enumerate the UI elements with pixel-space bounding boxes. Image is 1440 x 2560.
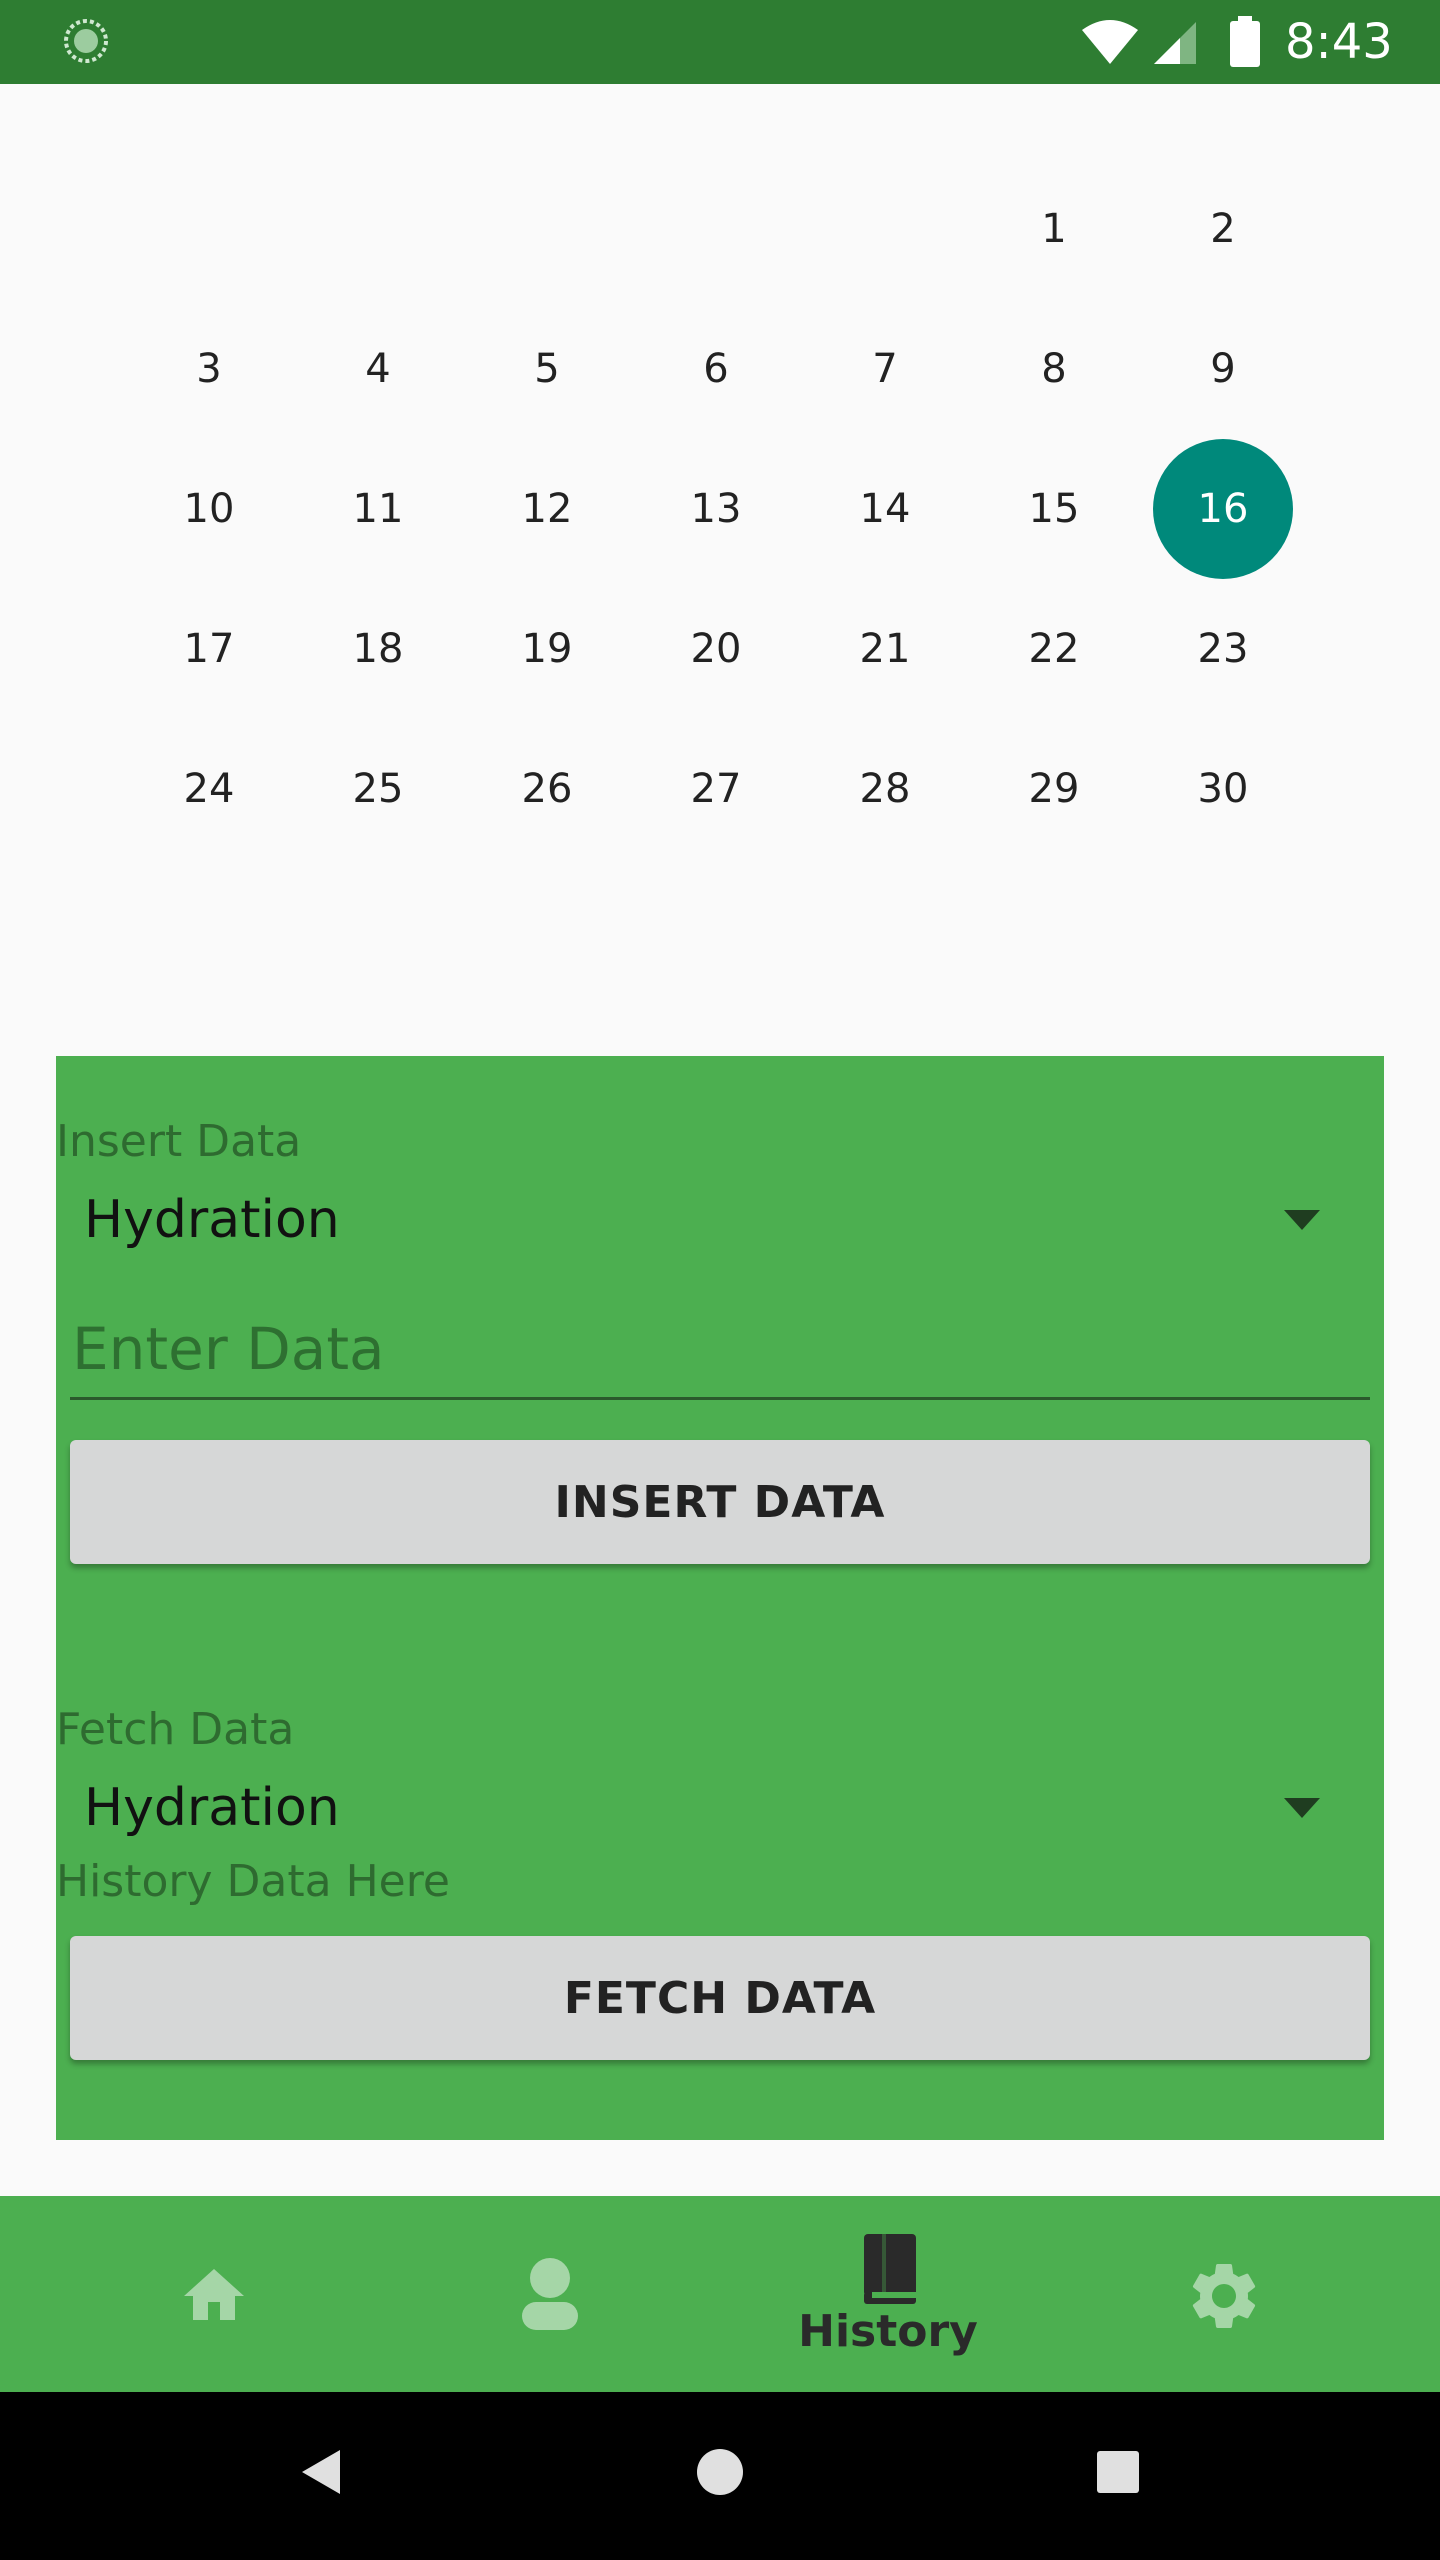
calendar-day[interactable]: 10 — [139, 439, 279, 579]
calendar-day[interactable]: 12 — [477, 439, 617, 579]
calendar-day[interactable]: 29 — [984, 719, 1124, 859]
calendar-day[interactable]: 23 — [1153, 579, 1293, 719]
calendar-day[interactable]: 4 — [308, 299, 448, 439]
sync-indicator-icon — [64, 19, 108, 63]
nav-home[interactable] — [114, 2196, 314, 2392]
fetch-data-label: Fetch Data — [56, 1704, 295, 1755]
insert-data-label: Insert Data — [56, 1116, 302, 1167]
calendar-day[interactable]: 15 — [984, 439, 1124, 579]
calendar-day[interactable]: 7 — [815, 299, 955, 439]
calendar-day[interactable]: 1 — [984, 159, 1124, 299]
calendar-day[interactable]: 30 — [1153, 719, 1293, 859]
recents-icon[interactable] — [1096, 2450, 1140, 2494]
chevron-down-icon — [1284, 1798, 1320, 1818]
nav-settings[interactable] — [1124, 2196, 1324, 2392]
nav-history[interactable]: History — [788, 2196, 988, 2392]
system-navigation-bar — [0, 2392, 1440, 2560]
nav-profile[interactable] — [450, 2196, 650, 2392]
calendar-day[interactable]: 27 — [646, 719, 786, 859]
calendar-day[interactable]: 8 — [984, 299, 1124, 439]
signal-icon — [1154, 22, 1196, 64]
calendar-day[interactable]: 3 — [139, 299, 279, 439]
insert-data-button[interactable]: INSERT DATA — [70, 1440, 1370, 1564]
wifi-icon — [1082, 20, 1138, 64]
gear-icon — [1192, 2264, 1256, 2328]
insert-spinner-value: Hydration — [84, 1190, 340, 1250]
insert-type-spinner[interactable]: Hydration — [56, 1180, 1384, 1260]
chevron-down-icon — [1284, 1210, 1320, 1230]
status-bar: 8:43 — [0, 0, 1440, 84]
calendar-day[interactable]: 9 — [1153, 299, 1293, 439]
calendar-day[interactable]: 18 — [308, 579, 448, 719]
home-button-icon[interactable] — [695, 2447, 745, 2497]
calendar-day[interactable]: 14 — [815, 439, 955, 579]
fetch-spinner-value: Hydration — [84, 1778, 340, 1838]
nav-history-label: History — [798, 2306, 978, 2357]
calendar-day[interactable]: 26 — [477, 719, 617, 859]
home-icon — [184, 2269, 244, 2320]
calendar-day[interactable]: 5 — [477, 299, 617, 439]
battery-icon — [1230, 16, 1260, 67]
calendar-day[interactable]: 6 — [646, 299, 786, 439]
calendar-day[interactable]: 17 — [139, 579, 279, 719]
calendar-day[interactable]: 2 — [1153, 159, 1293, 299]
enter-data-input[interactable] — [70, 1300, 1370, 1400]
fetch-type-spinner[interactable]: Hydration — [56, 1768, 1384, 1848]
back-icon[interactable] — [296, 2446, 344, 2498]
calendar-day-selected[interactable]: 16 — [1153, 439, 1293, 579]
calendar-day[interactable]: 11 — [308, 439, 448, 579]
data-panel: Insert Data Hydration INSERT DATA Fetch … — [56, 1056, 1384, 2140]
calendar-day[interactable]: 24 — [139, 719, 279, 859]
calendar-day[interactable]: 20 — [646, 579, 786, 719]
calendar-day[interactable]: 19 — [477, 579, 617, 719]
bottom-navigation: History — [0, 2196, 1440, 2392]
calendar-day[interactable]: 13 — [646, 439, 786, 579]
calendar-day[interactable]: 25 — [308, 719, 448, 859]
status-time: 8:43 — [1285, 14, 1393, 70]
person-icon — [522, 2258, 578, 2330]
calendar-day[interactable]: 21 — [815, 579, 955, 719]
book-icon — [864, 2234, 916, 2304]
calendar-day[interactable]: 28 — [815, 719, 955, 859]
fetch-data-button[interactable]: FETCH DATA — [70, 1936, 1370, 2060]
history-data-text: History Data Here — [56, 1856, 450, 1907]
calendar-day[interactable]: 22 — [984, 579, 1124, 719]
